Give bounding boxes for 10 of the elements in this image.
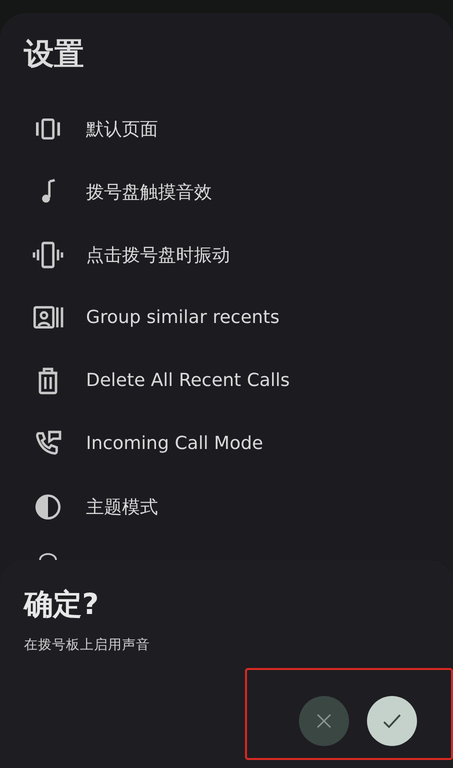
settings-item[interactable]: Incoming Call Mode	[0, 412, 453, 475]
settings-title: 设置	[22, 36, 85, 74]
dialog-title: 确定?	[24, 586, 100, 623]
dialog-message: 在拨号板上启用声音	[24, 636, 151, 654]
settings-item[interactable]: 主题模式	[0, 475, 453, 538]
settings-item[interactable]: 点击拨号盘时振动	[0, 223, 453, 286]
settings-item[interactable]: Delete All Recent Calls	[0, 349, 453, 412]
settings-item[interactable]: 拨号盘触摸音效	[0, 160, 453, 223]
settings-item[interactable]: Group similar recents	[0, 286, 453, 349]
settings-item[interactable]: 默认页面	[0, 97, 453, 160]
